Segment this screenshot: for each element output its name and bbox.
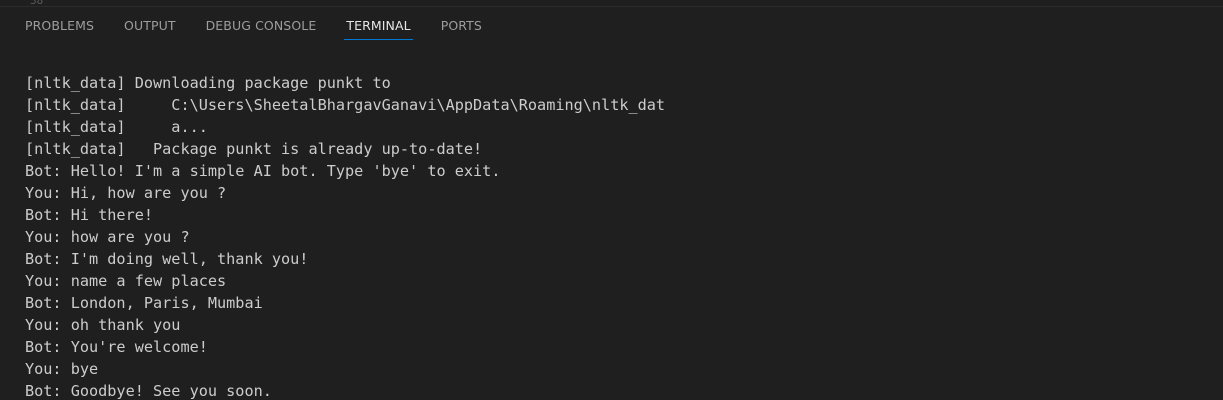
terminal-line: You: bye: [25, 360, 99, 378]
terminal-panel: 38 PROBLEMS OUTPUT DEBUG CONSOLE TERMINA…: [0, 0, 1223, 400]
terminal-line: Bot: You're welcome!: [25, 338, 208, 356]
terminal-line: [nltk_data] Package punkt is already up-…: [25, 140, 483, 158]
terminal-line: You: name a few places: [25, 272, 227, 290]
terminal-line: [nltk_data] C:\Users\SheetalBhargavGanav…: [25, 96, 666, 114]
tab-terminal[interactable]: TERMINAL: [344, 7, 414, 43]
tab-problems[interactable]: PROBLEMS: [25, 7, 94, 43]
editor-bottom-edge: 38: [0, 0, 1223, 7]
terminal-line: Bot: I'm doing well, thank you!: [25, 250, 309, 268]
terminal-line: You: oh thank you: [25, 316, 181, 334]
terminal-line: Bot: London, Paris, Mumbai: [25, 294, 263, 312]
terminal-line: Bot: Hi there!: [25, 206, 154, 224]
terminal-line: Bot: Goodbye! See you soon.: [25, 382, 272, 400]
clipped-line-number: 38: [30, 0, 44, 7]
terminal-line: You: Hi, how are you ?: [25, 184, 227, 202]
tab-ports[interactable]: PORTS: [441, 7, 482, 43]
terminal-line: [nltk_data] a...: [25, 118, 208, 136]
tab-output[interactable]: OUTPUT: [124, 7, 176, 43]
tab-debug-console[interactable]: DEBUG CONSOLE: [206, 7, 317, 43]
terminal-line: You: how are you ?: [25, 228, 190, 246]
terminal-output[interactable]: [nltk_data] Downloading package punkt to…: [25, 72, 1215, 400]
panel-tab-bar: PROBLEMS OUTPUT DEBUG CONSOLE TERMINAL P…: [0, 7, 512, 43]
terminal-line: Bot: Hello! I'm a simple AI bot. Type 'b…: [25, 162, 501, 180]
terminal-line: [nltk_data] Downloading package punkt to: [25, 74, 391, 92]
